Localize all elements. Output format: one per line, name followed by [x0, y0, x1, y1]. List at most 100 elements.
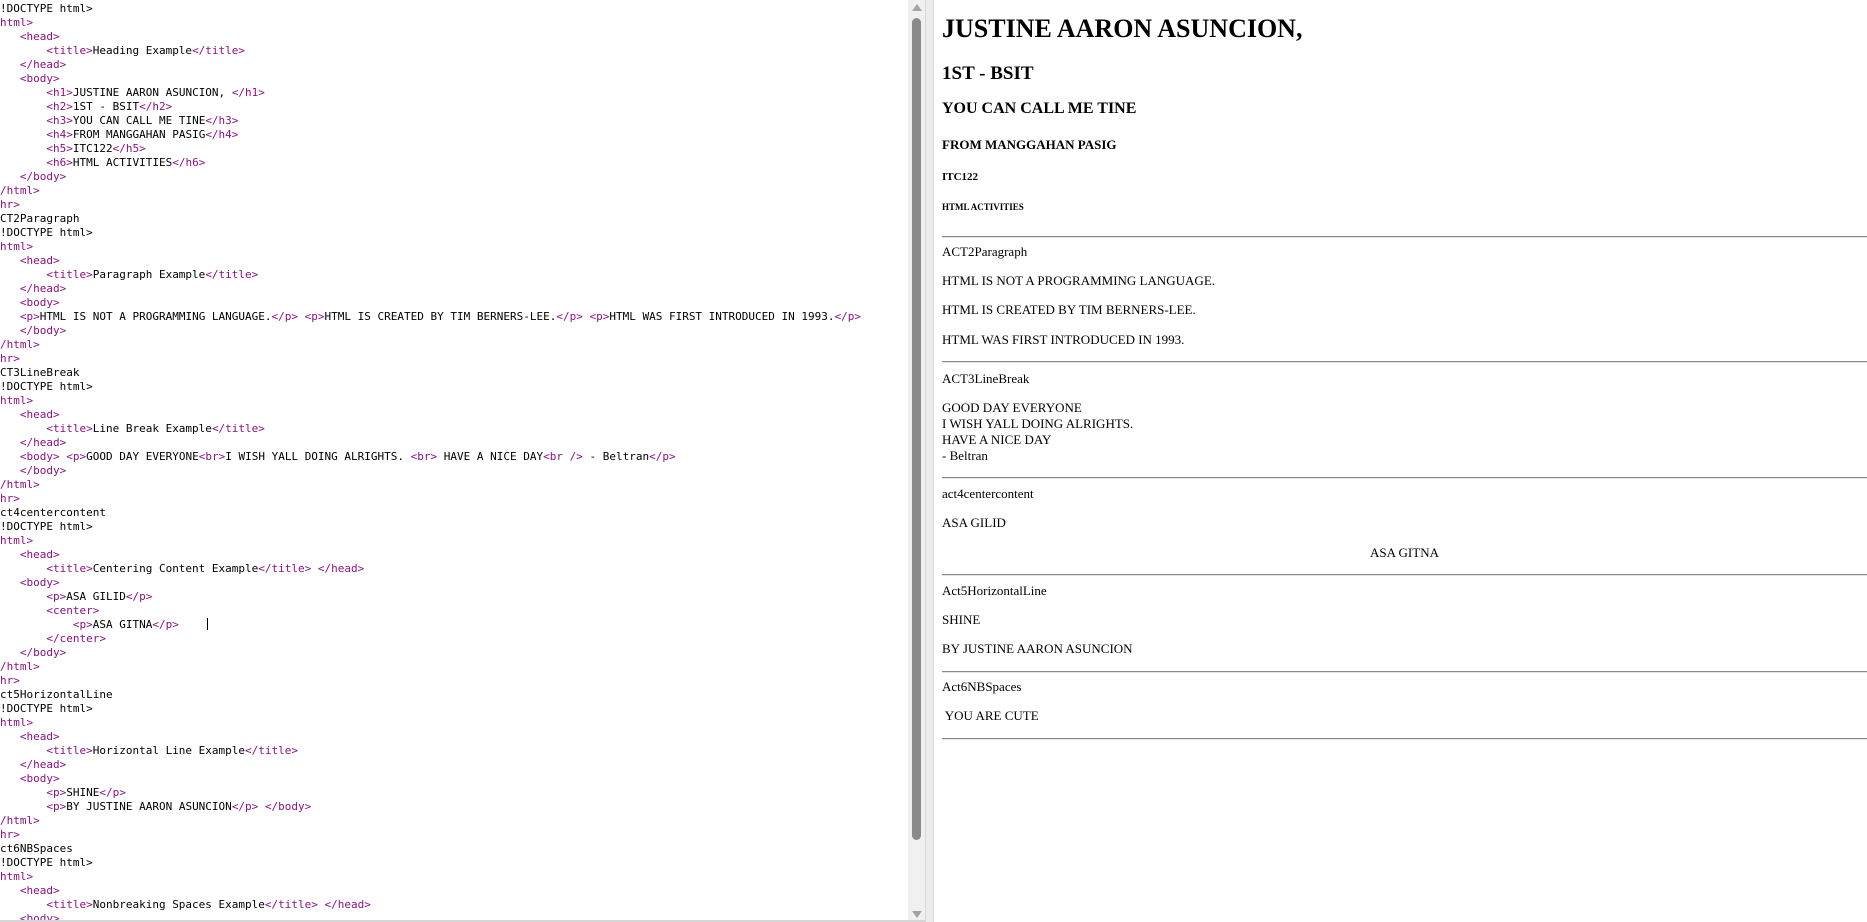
code-line[interactable]: <head>: [0, 408, 861, 422]
code-line[interactable]: <head>: [0, 548, 861, 562]
code-tag: </title>: [258, 562, 312, 575]
code-tag: <h2>: [46, 100, 73, 113]
code-line[interactable]: <title>Nonbreaking Spaces Example</title…: [0, 898, 861, 912]
pane-splitter[interactable]: [925, 0, 934, 922]
code-tag: hr>: [0, 492, 20, 505]
code-line[interactable]: /html>: [0, 184, 861, 198]
code-line[interactable]: <p>HTML IS NOT A PROGRAMMING LANGUAGE.</…: [0, 310, 861, 324]
code-line[interactable]: html>: [0, 716, 861, 730]
code-line[interactable]: hr>: [0, 492, 861, 506]
code-line[interactable]: </center>: [0, 632, 861, 646]
code-line[interactable]: <title>Paragraph Example</title>: [0, 268, 861, 282]
code-line[interactable]: <head>: [0, 884, 861, 898]
code-line[interactable]: <p>ASA GITNA</p>: [0, 618, 861, 632]
code-line[interactable]: <h5>ITC122</h5>: [0, 142, 861, 156]
code-line[interactable]: </head>: [0, 436, 861, 450]
code-line[interactable]: <title>Centering Content Example</title>…: [0, 562, 861, 576]
code-line[interactable]: /html>: [0, 814, 861, 828]
code-line[interactable]: !DOCTYPE html>: [0, 380, 861, 394]
scroll-down-arrow-icon[interactable]: [912, 911, 922, 918]
code-line[interactable]: html>: [0, 16, 861, 30]
code-line[interactable]: ct5HorizontalLine: [0, 688, 861, 702]
code-line[interactable]: !DOCTYPE html>: [0, 702, 861, 716]
code-tag: <h3>: [46, 114, 73, 127]
code-line[interactable]: <head>: [0, 730, 861, 744]
code-line[interactable]: <h6>HTML ACTIVITIES</h6>: [0, 156, 861, 170]
code-line[interactable]: </body>: [0, 464, 861, 478]
horizontal-rule: [942, 361, 1867, 363]
code-line[interactable]: </head>: [0, 282, 861, 296]
code-line[interactable]: hr>: [0, 198, 861, 212]
code-line[interactable]: <body>: [0, 72, 861, 86]
code-text-area[interactable]: !DOCTYPE html> html> <head> <title>Headin…: [0, 2, 861, 922]
code-tag: </p>: [649, 450, 676, 463]
scroll-thumb[interactable]: [912, 18, 921, 840]
code-line[interactable]: <body>: [0, 296, 861, 310]
code-line[interactable]: hr>: [0, 352, 861, 366]
code-line[interactable]: </head>: [0, 758, 861, 772]
code-line[interactable]: <body> <p>GOOD DAY EVERYONE<br>I WISH YA…: [0, 450, 861, 464]
code-line[interactable]: <p>BY JUSTINE AARON ASUNCION</p> </body>: [0, 800, 861, 814]
code-line[interactable]: hr>: [0, 674, 861, 688]
code-line[interactable]: /html>: [0, 338, 861, 352]
code-line[interactable]: html>: [0, 240, 861, 254]
scroll-up-arrow-icon[interactable]: [912, 4, 922, 11]
code-line[interactable]: <p>ASA GILID</p>: [0, 590, 861, 604]
code-line[interactable]: !DOCTYPE html>: [0, 520, 861, 534]
code-tag: <p>: [589, 310, 610, 323]
code-text: ct6NBSpaces: [0, 842, 73, 855]
code-line[interactable]: html>: [0, 394, 861, 408]
code-line[interactable]: <h4>FROM MANGGAHAN PASIG</h4>: [0, 128, 861, 142]
code-line[interactable]: <body>: [0, 576, 861, 590]
code-line[interactable]: <body>: [0, 772, 861, 786]
code-line[interactable]: CT3LineBreak: [0, 366, 861, 380]
code-line[interactable]: /html>: [0, 478, 861, 492]
code-tag: <body>: [19, 72, 60, 85]
code-line[interactable]: <title>Heading Example</title>: [0, 44, 861, 58]
code-line[interactable]: ct4centercontent: [0, 506, 861, 520]
code-line[interactable]: <p>SHINE</p>: [0, 786, 861, 800]
editor-scrollbar[interactable]: [908, 0, 925, 922]
code-line[interactable]: /html>: [0, 660, 861, 674]
code-line[interactable]: </head>: [0, 58, 861, 72]
code-line[interactable]: <center>: [0, 604, 861, 618]
code-tag: <center>: [46, 604, 100, 617]
code-line[interactable]: !DOCTYPE html>: [0, 856, 861, 870]
code-text: !DOCTYPE html>: [0, 226, 93, 239]
code-tag: </body>: [264, 800, 312, 813]
code-tag: </p>: [556, 310, 583, 323]
code-line[interactable]: </body>: [0, 170, 861, 184]
code-line[interactable]: ct6NBSpaces: [0, 842, 861, 856]
code-line[interactable]: <h3>YOU CAN CALL ME TINE</h3>: [0, 114, 861, 128]
code-line[interactable]: <head>: [0, 30, 861, 44]
code-tag: html>: [0, 16, 34, 29]
code-line[interactable]: </body>: [0, 646, 861, 660]
act3-line-2: I WISH YALL DOING ALRIGHTS.: [942, 416, 1134, 431]
code-line[interactable]: html>: [0, 534, 861, 548]
code-line[interactable]: <h1>JUSTINE AARON ASUNCION, </h1>: [0, 86, 861, 100]
code-line[interactable]: <title>Line Break Example</title>: [0, 422, 861, 436]
code-editor[interactable]: !DOCTYPE html> html> <head> <title>Headin…: [0, 0, 908, 922]
code-line[interactable]: CT2Paragraph: [0, 212, 861, 226]
preview-heading-2: 1ST - BSIT: [942, 63, 1034, 84]
code-line[interactable]: <title>Horizontal Line Example</title>: [0, 744, 861, 758]
code-line[interactable]: <head>: [0, 254, 861, 268]
code-line[interactable]: html>: [0, 870, 861, 884]
code-line[interactable]: !DOCTYPE html>: [0, 2, 861, 16]
code-tag: <p>: [72, 618, 93, 631]
code-text: ct5HorizontalLine: [0, 688, 113, 701]
code-line[interactable]: hr>: [0, 828, 861, 842]
act6-label: Act6NBSpaces: [942, 679, 1022, 694]
code-line[interactable]: !DOCTYPE html>: [0, 226, 861, 240]
code-line[interactable]: <h2>1ST - BSIT</h2>: [0, 100, 861, 114]
code-line[interactable]: </body>: [0, 324, 861, 338]
